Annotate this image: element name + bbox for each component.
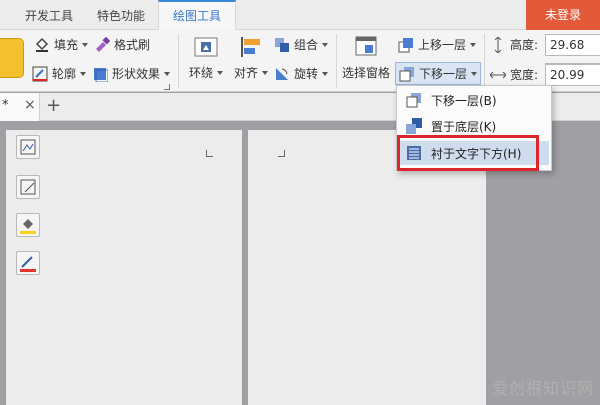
height-input-display[interactable]: 29.68 <box>545 34 600 56</box>
selection-pane-button[interactable]: 选择窗格 <box>340 36 392 81</box>
line-color-icon <box>20 256 36 272</box>
text-wrap-icon <box>193 36 219 58</box>
shape-effects-icon <box>92 66 109 82</box>
highlight-annotation-box <box>397 135 539 171</box>
rotate-button[interactable]: 旋转 <box>274 65 329 82</box>
chevron-down-icon <box>164 71 171 76</box>
picture-icon <box>20 139 36 155</box>
send-backward-icon <box>399 66 415 82</box>
watermark-text: 爱创根知识网 <box>491 379 594 398</box>
menu-item-label: 置于底层(K) <box>431 119 497 134</box>
document-page-right[interactable] <box>248 130 486 405</box>
ribbon-tab-bar: 开发工具 特色功能 绘图工具 未登录 <box>0 0 600 30</box>
selection-pane-label: 选择窗格 <box>341 66 390 80</box>
login-button[interactable]: 未登录 <box>526 0 600 30</box>
send-to-back-icon <box>405 117 423 135</box>
bring-forward-icon <box>398 37 414 53</box>
outline-button[interactable]: 轮廓 <box>32 65 87 82</box>
crop-tool-button[interactable] <box>16 175 40 199</box>
drawing-tools-ribbon: 填充 格式刷 轮廓 形状效果 环绕 对齐 组合 旋转 选择窗格 上移一层 下移一… <box>0 30 600 92</box>
width-control: 宽度: <box>489 66 539 83</box>
close-tab-icon[interactable]: × <box>24 97 36 113</box>
tab-special-features[interactable]: 特色功能 <box>86 0 156 30</box>
picture-tool-button[interactable] <box>16 135 40 159</box>
format-brush-button[interactable]: 格式刷 <box>94 36 150 53</box>
group-icon <box>274 37 290 53</box>
ribbon-separator <box>484 34 485 88</box>
chevron-down-icon <box>470 42 477 47</box>
wrap-label: 环绕 <box>188 66 213 80</box>
document-tab-title: * <box>2 98 9 113</box>
document-page-left[interactable] <box>6 130 242 405</box>
rotate-label: 旋转 <box>294 67 319 81</box>
fill-bucket-icon <box>34 37 50 53</box>
format-brush-label: 格式刷 <box>114 38 151 52</box>
send-backward-button[interactable]: 下移一层 <box>395 62 482 85</box>
align-icon <box>238 36 264 58</box>
width-icon <box>489 67 507 83</box>
menu-item-send-backward[interactable]: 下移一层(B) <box>399 88 549 112</box>
crop-icon <box>20 179 36 195</box>
align-label: 对齐 <box>233 66 258 80</box>
wrap-button[interactable]: 环绕 <box>188 36 224 81</box>
chevron-down-icon <box>322 42 329 47</box>
height-icon <box>490 35 506 54</box>
outline-label: 轮廓 <box>52 67 77 81</box>
new-tab-icon[interactable]: + <box>46 95 61 116</box>
send-backward-label: 下移一层 <box>419 67 468 81</box>
fill-bucket-icon <box>20 219 36 234</box>
fill-color-tool-button[interactable] <box>16 213 40 237</box>
margin-corner-mark <box>278 150 285 157</box>
format-brush-icon <box>94 36 111 53</box>
chevron-down-icon <box>80 71 87 76</box>
rotate-icon <box>274 66 290 82</box>
shape-effects-label: 形状效果 <box>112 67 161 81</box>
selection-pane-icon <box>353 36 379 58</box>
chevron-down-icon <box>82 42 89 47</box>
height-label: 高度: <box>510 38 539 52</box>
group-button[interactable]: 组合 <box>274 36 329 53</box>
group-label: 组合 <box>294 38 319 52</box>
width-label: 宽度: <box>510 68 539 82</box>
outline-pen-icon <box>32 66 48 82</box>
height-control: 高度: <box>490 35 539 54</box>
shape-fill-swatch-button[interactable] <box>0 38 24 78</box>
bring-forward-label: 上移一层 <box>418 38 467 52</box>
dialog-launcher-icon[interactable] <box>164 84 170 90</box>
tab-developer-tools[interactable]: 开发工具 <box>14 0 84 30</box>
chevron-down-icon[interactable] <box>471 71 478 76</box>
align-button[interactable]: 对齐 <box>232 36 270 81</box>
menu-item-label: 下移一层(B) <box>431 93 497 108</box>
send-backward-icon <box>405 91 423 109</box>
fill-button[interactable]: 填充 <box>34 36 89 53</box>
document-tab[interactable]: * × <box>0 93 40 121</box>
chevron-down-icon <box>322 71 329 76</box>
fill-label: 填充 <box>54 38 79 52</box>
margin-corner-mark <box>206 150 213 157</box>
chevron-down-icon <box>217 70 223 75</box>
chevron-down-icon <box>262 70 268 75</box>
ribbon-separator <box>336 34 337 88</box>
tab-drawing-tools[interactable]: 绘图工具 <box>158 0 236 30</box>
line-color-tool-button[interactable] <box>16 251 40 275</box>
bring-forward-button[interactable]: 上移一层 <box>398 36 477 53</box>
ribbon-separator <box>178 34 179 88</box>
width-input[interactable]: 20.99 <box>545 64 600 86</box>
shape-effects-button[interactable]: 形状效果 <box>92 65 171 82</box>
